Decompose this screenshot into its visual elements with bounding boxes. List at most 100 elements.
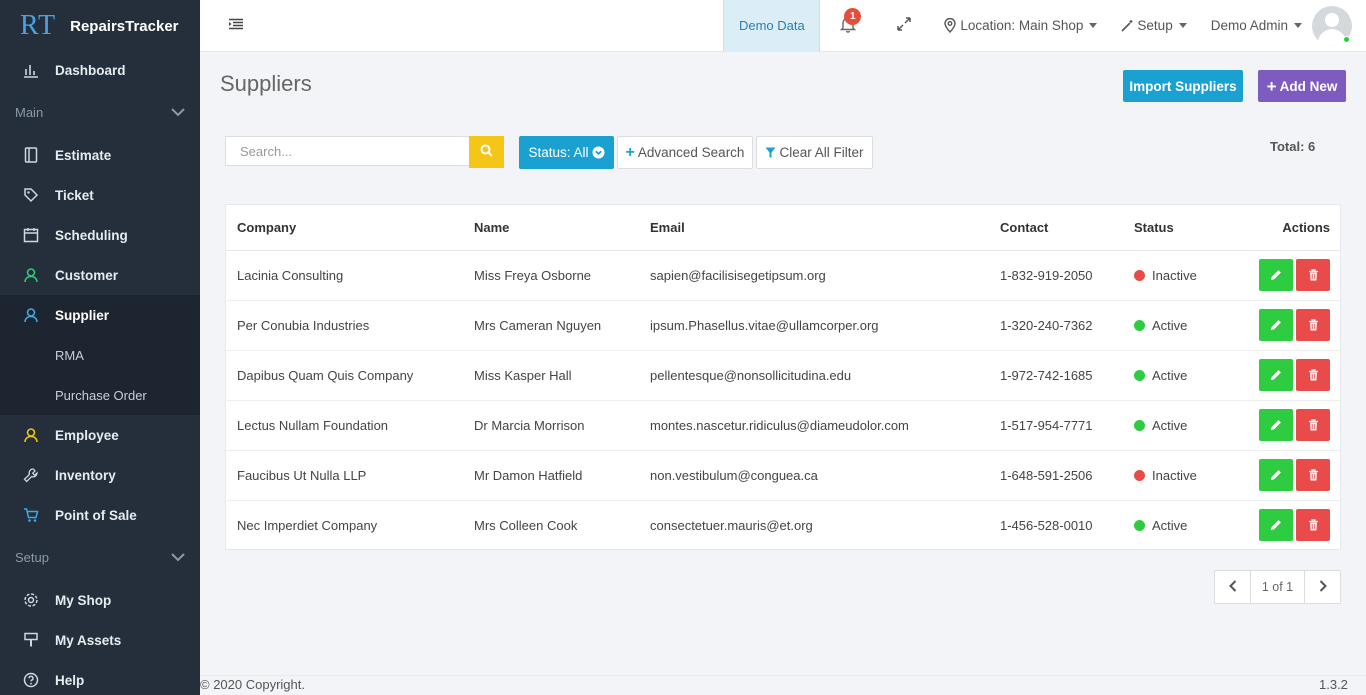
section-label: Main xyxy=(15,105,44,120)
delete-button[interactable] xyxy=(1296,509,1330,542)
pencil-icon xyxy=(1270,419,1282,431)
trash-icon xyxy=(1308,269,1319,281)
pencil-icon xyxy=(1270,369,1282,381)
section-setup[interactable]: Setup xyxy=(0,535,200,580)
sidebar-item-dashboard[interactable]: Dashboard xyxy=(0,50,200,90)
cell-contact: 1-648-591-2506 xyxy=(1000,450,1134,501)
sidebar-item-point-of-sale[interactable]: Point of Sale xyxy=(0,495,200,535)
sidebar-item-ticket[interactable]: Ticket xyxy=(0,175,200,215)
edit-button[interactable] xyxy=(1259,359,1293,391)
search-button[interactable] xyxy=(469,136,504,168)
edit-button[interactable] xyxy=(1259,259,1293,291)
column-header-company[interactable]: Company xyxy=(226,205,474,251)
setup-dropdown[interactable]: Setup xyxy=(1109,18,1198,33)
cell-company[interactable]: Dapibus Quam Quis Company xyxy=(226,350,474,401)
next-page-button[interactable] xyxy=(1305,571,1340,603)
supplier-submenu: RMA Purchase Order xyxy=(0,335,200,415)
sidebar-item-scheduling[interactable]: Scheduling xyxy=(0,215,200,255)
chevron-down-icon xyxy=(171,105,185,120)
sidebar-item-label: Scheduling xyxy=(55,227,128,243)
cell-company[interactable]: Lacinia Consulting xyxy=(226,250,474,301)
suppliers-table: Company Name Email Contact Status Action… xyxy=(226,205,1340,550)
cell-email: ipsum.Phasellus.vitae@ullamcorper.org xyxy=(650,300,1000,351)
brand[interactable]: RT RepairsTracker xyxy=(0,0,200,52)
edit-button[interactable] xyxy=(1259,459,1293,491)
avatar-body xyxy=(1318,28,1346,46)
delete-button[interactable] xyxy=(1296,309,1330,341)
delete-button[interactable] xyxy=(1296,409,1330,441)
sidebar-subitem-purchase-order[interactable]: Purchase Order xyxy=(0,375,200,415)
cell-name: Miss Kasper Hall xyxy=(474,350,650,401)
table-row: Faucibus Ut Nulla LLP Mr Damon Hatfield … xyxy=(226,450,1340,501)
sidebar-item-supplier[interactable]: Supplier xyxy=(0,295,200,335)
search-icon xyxy=(480,144,493,160)
cell-status: Active xyxy=(1134,400,1234,451)
status-dot xyxy=(1134,369,1145,381)
sidebar-item-estimate[interactable]: Estimate xyxy=(0,135,200,175)
row-actions xyxy=(1234,409,1330,441)
column-header-name[interactable]: Name xyxy=(474,205,650,251)
sidebar-subitem-rma[interactable]: RMA xyxy=(0,335,200,375)
delete-button[interactable] xyxy=(1296,259,1330,291)
wrench-icon xyxy=(22,466,40,484)
column-header-contact[interactable]: Contact xyxy=(1000,205,1134,251)
cell-contact: 1-456-528-0010 xyxy=(1000,517,1093,533)
demo-data-button[interactable]: Demo Data xyxy=(723,0,821,52)
column-header-status[interactable]: Status xyxy=(1134,205,1234,251)
sidebar-item-label: Customer xyxy=(55,267,119,283)
edit-button[interactable] xyxy=(1259,409,1293,441)
row-actions xyxy=(1234,309,1330,341)
cell-contact: 1-972-742-1685 xyxy=(1000,350,1134,401)
plus-icon: + xyxy=(1266,76,1277,96)
calendar-icon xyxy=(22,226,40,244)
cell-contact: 1-320-240-7362 xyxy=(1000,300,1134,351)
sidebar-item-help[interactable]: Help xyxy=(0,660,200,695)
import-suppliers-button[interactable]: Import Suppliers xyxy=(1123,70,1243,102)
add-new-label: Add New xyxy=(1279,78,1338,94)
fullscreen-button[interactable] xyxy=(876,0,932,52)
sidebar-item-label: Estimate xyxy=(55,147,112,163)
trash-icon xyxy=(1308,519,1319,531)
page-indicator: 1 of 1 xyxy=(1250,571,1305,603)
brand-name: RepairsTracker xyxy=(70,17,179,35)
user-dropdown[interactable]: Demo Admin xyxy=(1199,18,1312,33)
topbar: Demo Data 1 Location: Main Shop Setup De… xyxy=(200,0,1366,52)
delete-button[interactable] xyxy=(1296,459,1330,491)
sidebar-item-my-shop[interactable]: My Shop xyxy=(0,580,200,620)
topbar-right: Demo Data 1 Location: Main Shop Setup De… xyxy=(723,0,1366,52)
table-row: Nec Imperdiet Company Mrs Colleen Cook c… xyxy=(226,500,1340,550)
notifications[interactable]: 1 xyxy=(820,0,876,52)
delete-button[interactable] xyxy=(1296,359,1330,391)
sidebar-item-inventory[interactable]: Inventory xyxy=(0,455,200,495)
cell-company[interactable]: Lectus Nullam Foundation xyxy=(226,400,474,451)
status-indicator: Active xyxy=(1134,318,1234,333)
sidebar-item-my-assets[interactable]: My Assets xyxy=(0,620,200,660)
cell-company[interactable]: Nec Imperdiet Company xyxy=(226,500,474,550)
status-dot xyxy=(1134,419,1145,431)
cell-name: Dr Marcia Morrison xyxy=(474,400,650,451)
expand-icon xyxy=(897,17,912,34)
row-actions xyxy=(1234,509,1330,542)
magic-wand-icon xyxy=(1121,19,1134,32)
edit-button[interactable] xyxy=(1259,509,1293,542)
location-dropdown[interactable]: Location: Main Shop xyxy=(932,18,1109,33)
column-header-actions: Actions xyxy=(1234,205,1340,251)
clear-filter-button[interactable]: Clear All Filter xyxy=(756,136,873,169)
sidebar-item-customer[interactable]: Customer xyxy=(0,255,200,295)
advanced-search-button[interactable]: + Advanced Search xyxy=(617,136,753,169)
cell-actions xyxy=(1234,250,1340,301)
search-input[interactable] xyxy=(225,136,470,166)
status-filter-button[interactable]: Status: All xyxy=(519,136,614,169)
prev-page-button[interactable] xyxy=(1215,571,1250,603)
status-dot xyxy=(1134,519,1145,531)
edit-button[interactable] xyxy=(1259,309,1293,341)
menu-toggle-icon[interactable] xyxy=(228,18,250,34)
cell-company[interactable]: Per Conubia Industries xyxy=(226,300,474,351)
sidebar-item-employee[interactable]: Employee xyxy=(0,415,200,455)
cell-email: non.vestibulum@conguea.ca xyxy=(650,450,1000,501)
add-new-button[interactable]: + Add New xyxy=(1258,70,1346,102)
section-main[interactable]: Main xyxy=(0,90,200,135)
column-header-email[interactable]: Email xyxy=(650,205,1000,251)
cell-company[interactable]: Faucibus Ut Nulla LLP xyxy=(226,450,474,501)
cell-actions xyxy=(1234,400,1340,451)
